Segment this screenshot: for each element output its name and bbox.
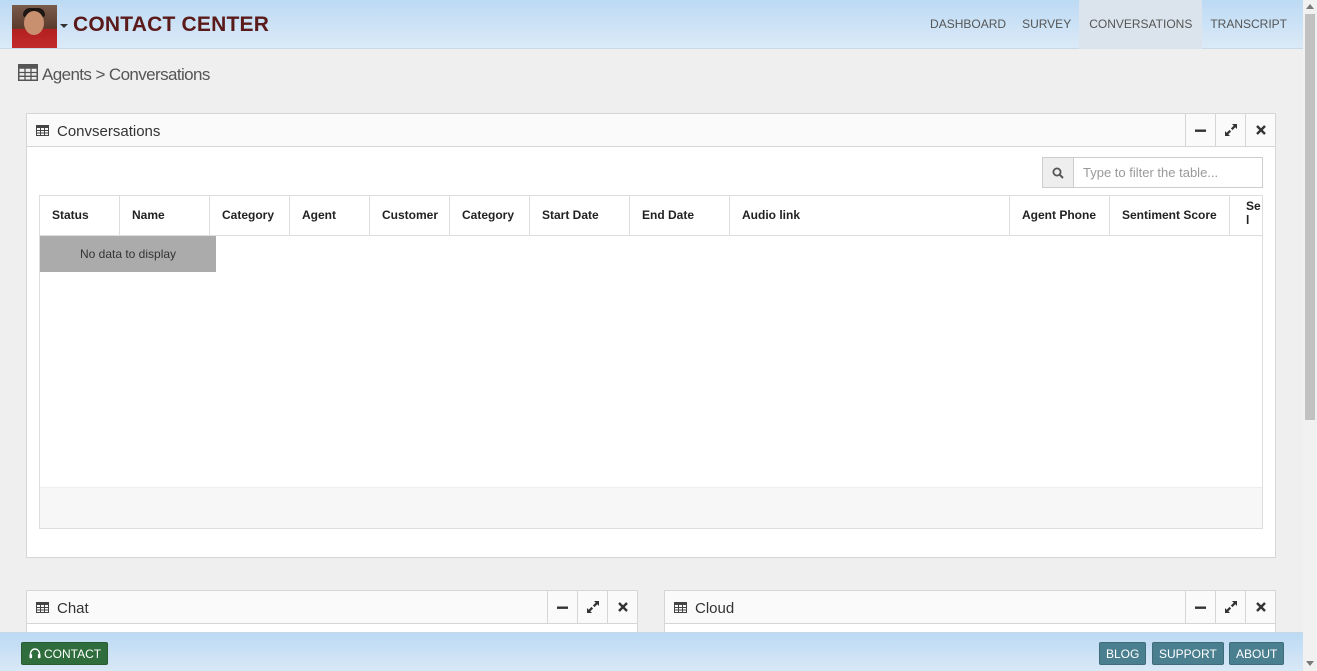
close-button[interactable] — [1245, 114, 1275, 146]
expand-icon — [1224, 601, 1237, 613]
column-header-category-2[interactable]: Category — [450, 196, 530, 235]
nav-survey[interactable]: SURVEY — [1014, 0, 1079, 49]
expand-icon — [1224, 124, 1237, 136]
expand-icon — [586, 601, 599, 613]
top-navbar: CONTACT CENTER DASHBOARD SURVEY CONVERSA… — [0, 0, 1303, 49]
filter-input[interactable] — [1074, 158, 1262, 187]
column-header-category[interactable]: Category — [210, 196, 290, 235]
about-button[interactable]: ABOUT — [1229, 642, 1285, 665]
close-icon — [1255, 602, 1266, 612]
widget-toolbar — [1185, 114, 1275, 146]
table-icon — [36, 600, 49, 618]
conversations-table: Status Name Category Agent Customer Cate… — [39, 195, 1263, 529]
chevron-down-icon[interactable] — [60, 24, 68, 28]
expand-button[interactable] — [577, 591, 607, 623]
table-icon — [674, 600, 687, 618]
column-header-status[interactable]: Status — [40, 196, 120, 235]
column-header-audio-link[interactable]: Audio link — [730, 196, 1010, 235]
minimize-button[interactable] — [1185, 591, 1215, 623]
minus-icon — [557, 606, 568, 609]
widget-title: Convsersations — [57, 123, 161, 140]
table-filter — [1042, 157, 1263, 188]
breadcrumb: Agents > Conversations — [18, 64, 210, 86]
nav-transcript[interactable]: TRANSCRIPT — [1202, 0, 1295, 49]
close-icon — [1255, 125, 1266, 135]
minus-icon — [1195, 606, 1206, 609]
widget-header: Convsersations — [27, 114, 1275, 147]
close-button[interactable] — [607, 591, 637, 623]
search-icon — [1043, 158, 1074, 187]
user-avatar[interactable] — [12, 5, 57, 48]
column-header-agent[interactable]: Agent — [290, 196, 370, 235]
headset-icon — [29, 648, 41, 659]
blog-button[interactable]: BLOG — [1099, 642, 1147, 665]
minus-icon — [1195, 129, 1206, 132]
widget-title: Chat — [57, 600, 89, 617]
scrollbar-thumb[interactable] — [1305, 14, 1315, 420]
column-header-clipped[interactable]: Se l — [1230, 196, 1262, 235]
table-header: Status Name Category Agent Customer Cate… — [40, 196, 1262, 236]
app-title: CONTACT CENTER — [73, 13, 270, 36]
contact-button[interactable]: CONTACT — [21, 642, 109, 665]
column-header-name[interactable]: Name — [120, 196, 210, 235]
column-header-customer[interactable]: Customer — [370, 196, 450, 235]
widget-header: Cloud — [665, 591, 1275, 624]
column-header-end-date[interactable]: End Date — [630, 196, 730, 235]
close-icon — [617, 602, 628, 612]
table-icon — [36, 123, 49, 141]
vertical-scrollbar[interactable] — [1303, 0, 1317, 671]
widget-toolbar — [1185, 591, 1275, 623]
column-header-start-date[interactable]: Start Date — [530, 196, 630, 235]
widget-toolbar — [547, 591, 637, 623]
table-icon — [18, 64, 38, 86]
support-button[interactable]: SUPPORT — [1152, 642, 1224, 665]
table-footer — [40, 487, 1262, 528]
expand-button[interactable] — [1215, 114, 1245, 146]
column-header-agent-phone[interactable]: Agent Phone — [1010, 196, 1110, 235]
expand-button[interactable] — [1215, 591, 1245, 623]
main-nav: DASHBOARD SURVEY CONVERSATIONS TRANSCRIP… — [922, 0, 1295, 49]
contact-label: CONTACT — [44, 646, 102, 661]
column-header-sentiment-score[interactable]: Sentiment Score — [1110, 196, 1230, 235]
scroll-down-arrow-icon[interactable] — [1306, 661, 1314, 666]
conversations-widget: Convsersations Status Name Category Agen… — [26, 113, 1276, 558]
nav-conversations[interactable]: CONVERSATIONS — [1079, 0, 1203, 49]
widget-header: Chat — [27, 591, 637, 624]
widget-title: Cloud — [695, 600, 735, 617]
scroll-up-arrow-icon[interactable] — [1306, 4, 1314, 9]
breadcrumb-text: Agents > Conversations — [42, 65, 210, 84]
empty-table-message: No data to display — [40, 236, 216, 272]
minimize-button[interactable] — [1185, 114, 1215, 146]
nav-dashboard[interactable]: DASHBOARD — [922, 0, 1014, 49]
close-button[interactable] — [1245, 591, 1275, 623]
minimize-button[interactable] — [547, 591, 577, 623]
bottom-bar: CONTACT BLOG SUPPORT ABOUT — [0, 632, 1303, 671]
